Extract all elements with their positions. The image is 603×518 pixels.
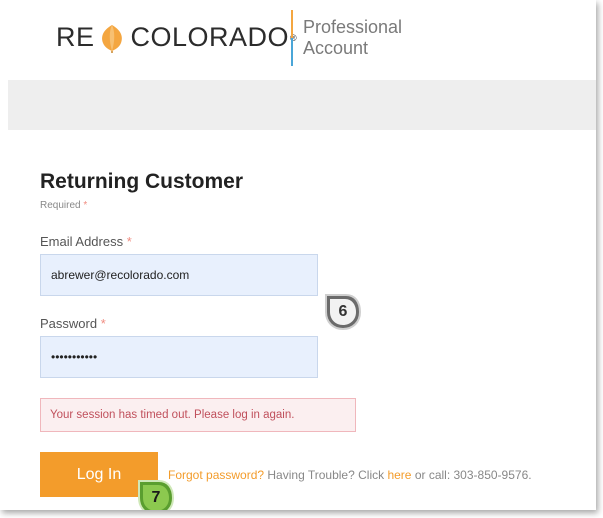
nav-bar — [8, 80, 596, 130]
login-page: RE COLORADO ® Professional Account Retur… — [0, 0, 596, 510]
email-label: Email Address — [40, 234, 124, 249]
required-label: Required — [40, 200, 81, 211]
email-required-star: * — [126, 234, 132, 249]
required-star: * — [83, 200, 88, 211]
password-input[interactable] — [40, 336, 318, 378]
forgot-password-link[interactable]: Forgot password? — [168, 468, 264, 482]
login-form: Returning Customer Required * Email Addr… — [8, 130, 596, 510]
required-note: Required * — [40, 200, 87, 211]
header: RE COLORADO ® Professional Account — [8, 0, 596, 80]
callout-7-badge: 7 — [137, 479, 175, 510]
help-text: Forgot password? Having Trouble? Click h… — [168, 468, 532, 482]
password-label: Password — [40, 316, 98, 331]
logo-text-colorado: COLORADO — [130, 22, 290, 52]
tagline-line2: Account — [303, 38, 369, 58]
logo-divider — [291, 10, 293, 66]
help-here-link[interactable]: here — [387, 468, 411, 482]
email-label-group: Email Address * — [40, 234, 132, 249]
email-input[interactable] — [40, 254, 318, 296]
logo-text-re: RE — [56, 22, 95, 52]
trouble-text: Having Trouble? Click — [267, 468, 385, 482]
call-text: or call: 303-850-9576. — [414, 468, 532, 482]
recolorado-logo[interactable]: RE COLORADO ® — [56, 22, 297, 53]
callout-6-badge: 6 — [324, 293, 362, 331]
tagline: Professional Account — [303, 17, 402, 59]
aspen-leaf-icon — [97, 23, 127, 53]
tagline-line1: Professional — [303, 17, 403, 37]
password-required-star: * — [100, 316, 106, 331]
password-label-group: Password * — [40, 316, 106, 331]
callout-6-number: 6 — [338, 303, 348, 320]
callout-7-number: 7 — [151, 489, 161, 506]
form-title: Returning Customer — [40, 170, 244, 193]
session-timeout-alert: Your session has timed out. Please log i… — [40, 398, 356, 432]
